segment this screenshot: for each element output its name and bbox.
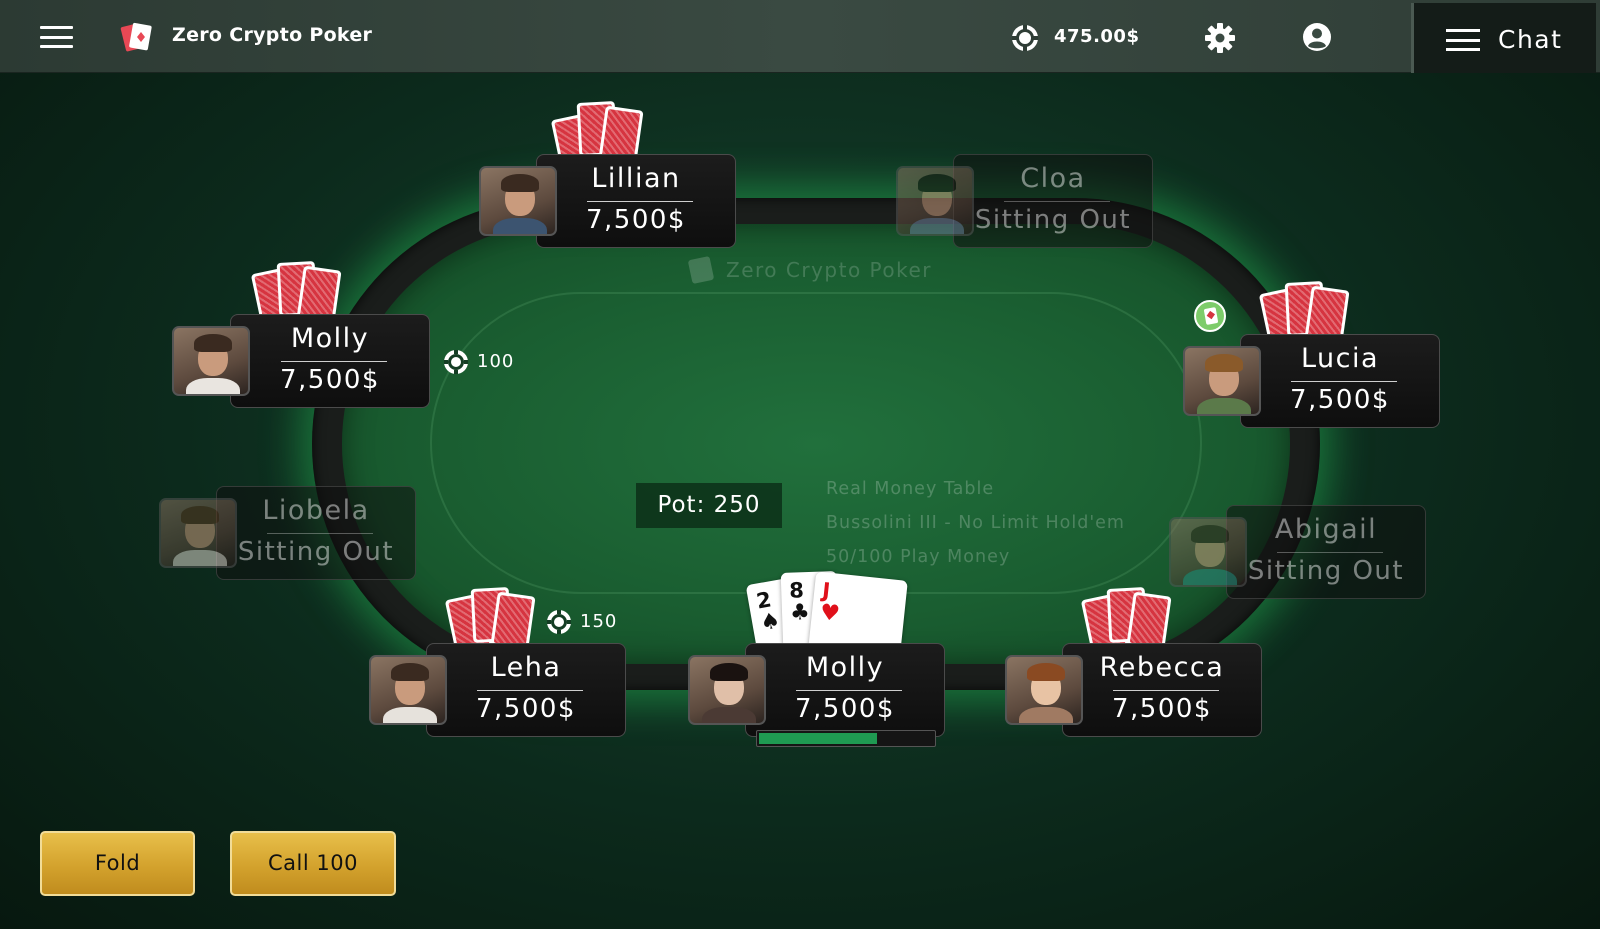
player-stack: 7,500$	[586, 205, 686, 235]
player-status: Sitting Out	[237, 537, 395, 567]
playing-cards-icon	[687, 255, 715, 285]
chip-icon	[547, 610, 571, 634]
table-brand: Zero Crypto Poker	[687, 255, 933, 285]
card-suit: ♣	[789, 600, 811, 626]
player-name: Abigail	[1274, 514, 1378, 545]
avatar	[369, 655, 447, 725]
avatar	[1005, 655, 1083, 725]
avatar	[479, 166, 557, 236]
playing-cards-logo	[120, 22, 152, 52]
avatar	[1169, 517, 1247, 587]
avatar	[688, 655, 766, 725]
player-name: Liobela	[262, 495, 370, 526]
player-status: Sitting Out	[974, 205, 1132, 235]
turn-timer-bar	[756, 730, 936, 747]
player-plate: Leha 7,500$	[426, 643, 626, 737]
chat-button[interactable]: Chat	[1411, 3, 1596, 73]
bet-amount: 150	[580, 611, 618, 632]
hamburger-icon	[1446, 29, 1480, 51]
dealer-button-icon	[1194, 300, 1226, 332]
card-back	[1126, 591, 1172, 651]
balance-amount: 475.00$	[1054, 26, 1140, 47]
card-suit: ♠	[758, 608, 783, 637]
player-name: Cloa	[1020, 163, 1086, 194]
player-name: Molly	[290, 323, 370, 354]
bet-amount: 100	[477, 351, 515, 372]
avatar	[159, 498, 237, 568]
user-circle-icon[interactable]	[1302, 22, 1332, 52]
top-bar: Zero Crypto Poker 475.00$ Chat	[0, 0, 1600, 73]
player-name: Rebecca	[1099, 652, 1225, 683]
call-button[interactable]: Call 100	[230, 831, 396, 896]
player-plate: Lucia 7,500$	[1240, 334, 1440, 428]
player-plate: Molly 7,500$	[230, 314, 430, 408]
avatar	[1183, 346, 1261, 416]
player-status: Sitting Out	[1247, 556, 1405, 586]
player-name: Leha	[490, 652, 562, 683]
table-info: Real Money Table Bussolini III - No Limi…	[826, 472, 1125, 574]
card-rank: 8	[788, 578, 805, 603]
table-info-name: Bussolini III - No Limit Hold'em	[826, 513, 1125, 533]
player-plate: Abigail Sitting Out	[1226, 505, 1426, 599]
player-plate: Molly 7,500$	[745, 643, 945, 737]
avatar	[896, 166, 974, 236]
pot-display: Pot: 250	[636, 483, 782, 528]
player-name: Molly	[805, 652, 885, 683]
player-plate: Cloa Sitting Out	[953, 154, 1153, 248]
gear-icon[interactable]	[1204, 22, 1236, 54]
player-name: Lucia	[1300, 343, 1380, 374]
player-plate: Lillian 7,500$	[536, 154, 736, 248]
fold-button[interactable]: Fold	[40, 831, 195, 896]
table-brand-text: Zero Crypto Poker	[726, 258, 933, 282]
card-suit: ♥	[818, 600, 841, 628]
player-stack: 7,500$	[1290, 385, 1390, 415]
player-stack: 7,500$	[280, 365, 380, 395]
card-back	[490, 591, 536, 651]
hamburger-icon[interactable]	[40, 26, 73, 48]
player-stack: 7,500$	[476, 694, 576, 724]
app-title: Zero Crypto Poker	[172, 24, 373, 46]
chip-icon	[444, 350, 468, 374]
player-stack: 7,500$	[1112, 694, 1212, 724]
table-info-type: Real Money Table	[826, 479, 995, 499]
player-plate: Liobela Sitting Out	[216, 486, 416, 580]
card-rank: J	[821, 578, 832, 603]
chip-icon	[1012, 25, 1038, 51]
player-stack: 7,500$	[795, 694, 895, 724]
avatar	[172, 326, 250, 396]
player-name: Lillian	[591, 163, 681, 194]
turn-timer-fill	[759, 733, 878, 744]
table-info-stakes: 50/100 Play Money	[826, 547, 1011, 567]
player-plate: Rebecca 7,500$	[1062, 643, 1262, 737]
chat-label: Chat	[1498, 25, 1563, 54]
